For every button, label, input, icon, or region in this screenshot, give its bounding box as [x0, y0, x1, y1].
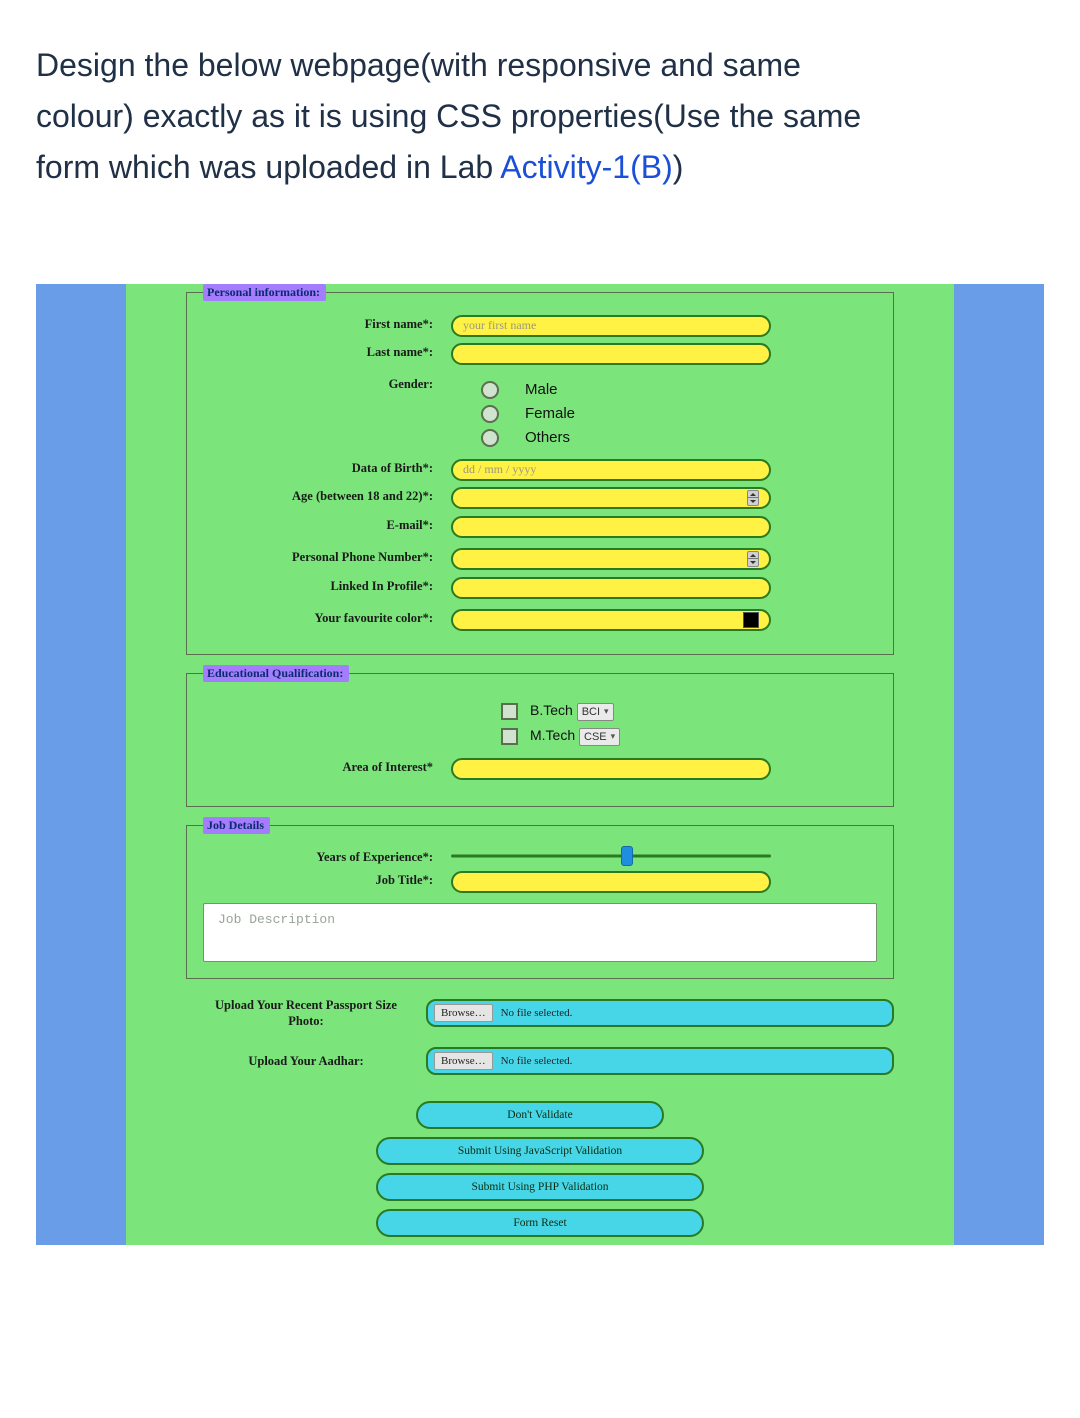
label-dob: Data of Birth*:	[203, 459, 451, 476]
jobtitle-input[interactable]	[451, 871, 771, 893]
prompt-text: )	[673, 149, 684, 185]
mtech-checkbox[interactable]	[501, 728, 518, 745]
browse-button[interactable]: Browse…	[434, 1052, 493, 1070]
gender-radio-female[interactable]	[481, 405, 499, 423]
color-input[interactable]	[451, 609, 771, 631]
age-input[interactable]	[451, 487, 771, 509]
gender-radio-others[interactable]	[481, 429, 499, 447]
gender-female-label: Female	[525, 405, 575, 422]
dob-input[interactable]: dd / mm / yyyy	[451, 459, 771, 481]
mtech-select[interactable]: CSE ▾	[579, 728, 620, 746]
prompt-text: colour) exactly as it is using CSS prope…	[36, 98, 861, 134]
dont-validate-button[interactable]: Don't Validate	[416, 1101, 664, 1129]
question-prompt: Design the below webpage(with responsive…	[36, 40, 1044, 194]
jobdesc-textarea[interactable]: Job Description	[203, 903, 877, 962]
submit-stack: Don't Validate Submit Using JavaScript V…	[186, 1101, 894, 1237]
first-name-input[interactable]: your first name	[451, 315, 771, 337]
number-spinner-icon[interactable]	[747, 551, 759, 567]
label-yoe: Years of Experience*:	[203, 848, 451, 865]
upload-aadhar-input[interactable]: Browse… No file selected.	[426, 1047, 894, 1075]
label-color: Your favourite color*:	[203, 609, 451, 626]
legend-education: Educational Qualification:	[203, 665, 349, 682]
number-spinner-icon[interactable]	[747, 490, 759, 506]
prompt-text: form which was uploaded in Lab	[36, 149, 500, 185]
label-phone: Personal Phone Number*:	[203, 548, 451, 565]
jobdesc-placeholder: Job Description	[218, 912, 335, 927]
dob-placeholder: dd / mm / yyyy	[463, 462, 536, 477]
gender-male-label: Male	[525, 381, 558, 398]
mtech-select-value: CSE	[584, 731, 607, 743]
btech-select-value: BCI	[582, 706, 600, 718]
label-gender: Gender:	[203, 375, 451, 392]
upload-photo-input[interactable]: Browse… No file selected.	[426, 999, 894, 1027]
last-name-input[interactable]	[451, 343, 771, 365]
form-reset-button[interactable]: Form Reset	[376, 1209, 704, 1237]
label-upload-photo: Upload Your Recent Passport Size Photo:	[186, 997, 426, 1030]
gender-radio-male[interactable]	[481, 381, 499, 399]
email-input[interactable]	[451, 516, 771, 538]
label-first-name: First name*:	[203, 315, 451, 332]
label-jobtitle: Job Title*:	[203, 871, 451, 888]
label-age: Age (between 18 and 22)*:	[203, 487, 451, 504]
btech-select[interactable]: BCI ▾	[577, 703, 614, 721]
legend-job: Job Details	[203, 817, 270, 834]
fieldset-education: Educational Qualification: B.Tech BCI ▾	[186, 665, 894, 807]
btech-checkbox[interactable]	[501, 703, 518, 720]
label-email: E-mail*:	[203, 516, 451, 533]
prompt-text: Design the below webpage(with responsive…	[36, 47, 801, 83]
label-aoi: Area of Interest*	[203, 758, 451, 775]
no-file-text: No file selected.	[501, 1055, 573, 1067]
no-file-text: No file selected.	[501, 1007, 573, 1019]
legend-personal: Personal information:	[203, 284, 326, 301]
submit-php-button[interactable]: Submit Using PHP Validation	[376, 1173, 704, 1201]
slider-thumb-icon[interactable]	[621, 846, 633, 866]
screenshot-frame: Personal information: First name*: your …	[36, 284, 1044, 1246]
upload-photo-line1: Upload Your Recent Passport Size	[215, 998, 397, 1012]
color-swatch-icon	[743, 612, 759, 628]
fieldset-personal: Personal information: First name*: your …	[186, 284, 894, 655]
aoi-input[interactable]	[451, 758, 771, 780]
upload-section: Upload Your Recent Passport Size Photo: …	[186, 997, 894, 1076]
form-canvas: Personal information: First name*: your …	[126, 284, 954, 1246]
chevron-down-icon: ▾	[611, 731, 616, 742]
label-empty	[203, 696, 451, 698]
gender-others-label: Others	[525, 429, 570, 446]
chevron-down-icon: ▾	[604, 706, 609, 717]
yoe-slider[interactable]	[451, 848, 771, 864]
label-upload-aadhar: Upload Your Aadhar:	[186, 1053, 426, 1069]
submit-js-button[interactable]: Submit Using JavaScript Validation	[376, 1137, 704, 1165]
label-linkedin: Linked In Profile*:	[203, 577, 451, 594]
activity-link[interactable]: Activity-1(B)	[500, 149, 672, 185]
label-last-name: Last name*:	[203, 343, 451, 360]
fieldset-job: Job Details Years of Experience*: Job Ti…	[186, 817, 894, 979]
document-page: Design the below webpage(with responsive…	[0, 0, 1080, 1305]
mtech-label: M.Tech	[530, 727, 575, 743]
phone-input[interactable]	[451, 548, 771, 570]
first-name-placeholder: your first name	[463, 318, 536, 333]
btech-label: B.Tech	[530, 702, 573, 718]
browse-button[interactable]: Browse…	[434, 1004, 493, 1022]
linkedin-input[interactable]	[451, 577, 771, 599]
upload-photo-line2: Photo:	[288, 1014, 323, 1028]
